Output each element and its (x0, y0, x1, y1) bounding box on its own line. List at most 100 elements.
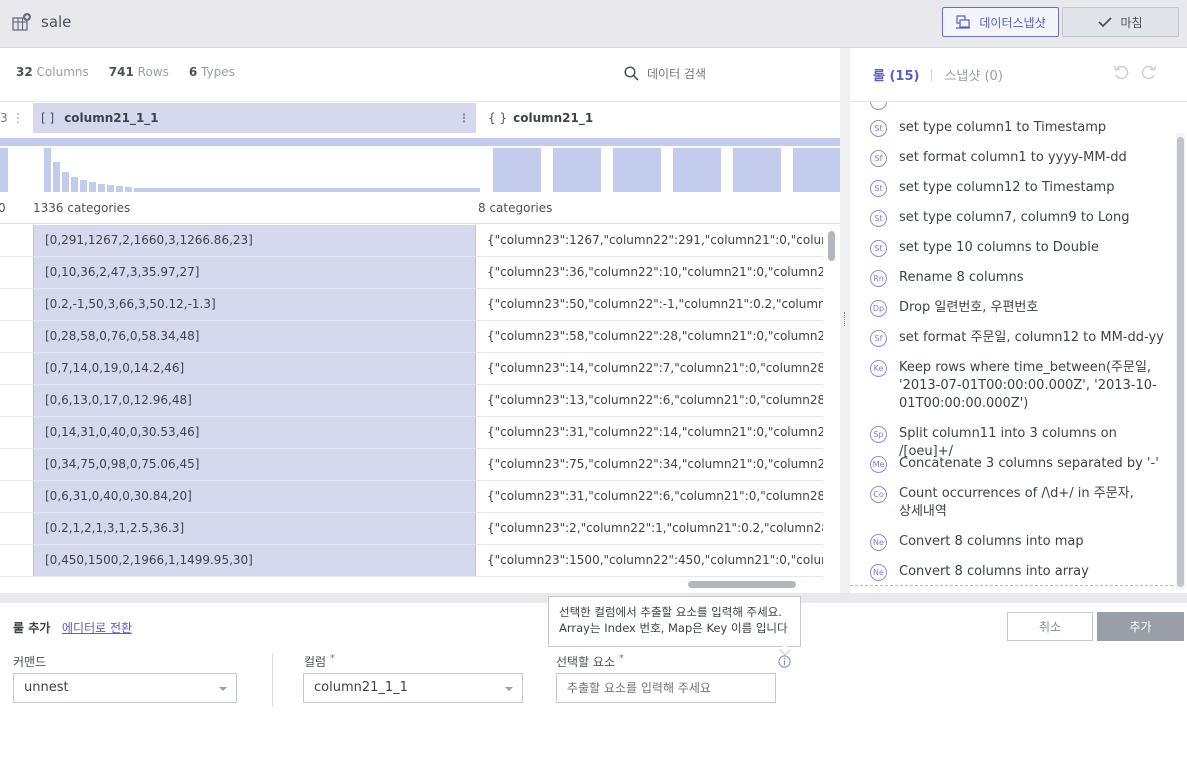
rule-item[interactable]: Ne Convert 8 columns into array (870, 563, 1170, 581)
rule-list-scrollbar[interactable] (1176, 133, 1185, 590)
cell[interactable]: {"column23":58,"column22":28,"column21":… (477, 321, 823, 352)
tab-rules[interactable]: 룰 (15) (873, 65, 919, 84)
drop-zone-divider (850, 585, 1173, 586)
rule-item[interactable] (870, 102, 1170, 110)
table-row[interactable]: [0,14,31,0,40,0,30.53,46] {"column23":31,… (0, 417, 823, 449)
tooltip-line: 선택한 컬럼에서 추출할 요소를 입력해 주세요. (559, 605, 782, 619)
column-histograms[interactable] (0, 146, 840, 192)
data-snapshot-button[interactable]: 데이터스냅샷 (942, 7, 1059, 37)
table-row[interactable]: [0,291,1267,2,1660,3,1266.86,23] {"column… (0, 225, 823, 257)
rule-item[interactable]: Dp Drop 일련번호, 우편번호 (870, 299, 1170, 317)
element-label: 선택할 요소 * (556, 653, 624, 669)
dataset-summary: 32 Columns 741 Rows 6 Types (16, 65, 235, 79)
rule-item[interactable]: Me Concatenate 3 columns separated by '-… (870, 455, 1170, 473)
snapshot-icon (956, 15, 971, 29)
table-row[interactable]: [0,6,13,0,17,0,12.96,48] {"column23":13,"… (0, 385, 823, 417)
rule-text: Concatenate 3 columns separated by '-' (899, 456, 1159, 471)
cell[interactable]: [0,34,75,0,98,0,75.06,45] (33, 449, 476, 480)
table-row[interactable]: [0,34,75,0,98,0,75.06,45] {"column23":75,… (0, 449, 823, 481)
command-select[interactable]: unnest (13, 673, 237, 703)
cell[interactable]: [0.2,-1,50,3,66,3,50.12,-1.3] (33, 289, 476, 320)
rule-item[interactable]: Sf set format column1 to yyyy-MM-dd (870, 149, 1170, 167)
data-grid-area: 32 Columns 741 Rows 6 Types 3 ⋮ [ ] colu… (0, 48, 840, 593)
cell[interactable]: [0,7,14,0,19,0,14.2,46] (33, 353, 476, 384)
rule-panel: 룰 (15) 스냅샷 (0) St set type column1 to Ti… (850, 48, 1187, 593)
info-icon[interactable] (778, 655, 791, 668)
columns-summary: 32 Columns (16, 65, 89, 79)
cell[interactable]: [0,6,31,0,40,0,30.84,20] (33, 481, 476, 512)
table-row[interactable]: [0,6,31,0,40,0,30.84,20] {"column23":31,"… (0, 481, 823, 513)
rule-text: set type column12 to Timestamp (899, 180, 1115, 195)
rule-item[interactable]: Ne Convert 8 columns into map (870, 533, 1170, 551)
divider (931, 68, 933, 81)
cell[interactable]: [0,14,31,0,40,0,30.53,46] (33, 417, 476, 448)
undo-redo-controls (1112, 63, 1158, 81)
rule-type-badge: Me (870, 456, 887, 473)
done-button[interactable]: 마침 (1062, 7, 1179, 37)
rule-panel-tabs: 룰 (15) 스냅샷 (0) (873, 65, 1003, 84)
dataset-grid-icon (12, 13, 31, 31)
tooltip-line: Array는 Index 번호, Map은 Key 이름 입니다 (559, 621, 788, 635)
cell[interactable]: [0,10,36,2,47,3,35.97,27] (33, 257, 476, 288)
cell[interactable]: {"column23":50,"column22":-1,"column21":… (477, 289, 823, 320)
cell[interactable]: {"column23":13,"column22":6,"column21":0… (477, 385, 823, 416)
categories-label: 8 categories (478, 201, 553, 215)
categories-label: 0 (0, 201, 6, 215)
rule-text: set type 10 columns to Double (899, 240, 1099, 255)
switch-to-editor-link[interactable]: 에디터로 전환 (62, 619, 132, 636)
map-type-icon: { } (488, 111, 508, 125)
cell[interactable]: [0,6,13,0,17,0,12.96,48] (33, 385, 476, 416)
grid-rows: [0,291,1267,2,1660,3,1266.86,23] {"column… (0, 225, 823, 577)
column-name: column21_1 (513, 111, 594, 125)
table-row[interactable]: [0,450,1500,2,1966,1,1499.95,30] {"column… (0, 545, 823, 577)
column-menu-icon[interactable]: ⋮ (458, 111, 470, 125)
cell[interactable]: {"column23":31,"column22":6,"column21":0… (477, 481, 823, 512)
table-row[interactable]: [0.2,-1,50,3,66,3,50.12,-1.3] {"column23"… (0, 289, 823, 321)
cell[interactable]: [0,450,1500,2,1966,1,1499.95,30] (33, 545, 476, 576)
data-search[interactable] (624, 66, 827, 81)
cell[interactable]: [0.2,1,2,1,3,1,2.5,36.3] (33, 513, 476, 544)
rule-item[interactable]: Co Count occurrences of /\d+/ in 주문자, 상세… (870, 485, 1170, 521)
add-button[interactable]: 추가 (1097, 612, 1184, 641)
rule-text: Convert 8 columns into map (899, 534, 1084, 549)
table-row[interactable]: [0.2,1,2,1,3,1,2.5,36.3] {"column23":2,"c… (0, 513, 823, 545)
grid-vertical-scrollbar[interactable] (825, 225, 837, 577)
cell[interactable]: [0,28,58,0,76,0,58.34,48] (33, 321, 476, 352)
table-row[interactable]: [0,10,36,2,47,3,35.97,27] {"column23":36,… (0, 257, 823, 289)
grid-horizontal-scrollbar[interactable] (0, 578, 823, 590)
rule-item[interactable]: Sf set format 주문일, column12 to MM-dd-yy (870, 329, 1170, 347)
cell[interactable]: {"column23":2,"column22":1,"column21":0.… (477, 513, 823, 544)
array-type-icon: [ ] (41, 111, 55, 125)
rule-item[interactable]: Ke Keep rows where time_between(주문일, '20… (870, 359, 1170, 413)
rule-item[interactable]: Rn Rename 8 columns (870, 269, 1170, 287)
table-row[interactable]: [0,28,58,0,76,0,58.34,48] {"column23":58,… (0, 321, 823, 353)
column-select[interactable]: column21_1_1 (303, 673, 523, 703)
chevron-down-icon (219, 687, 227, 691)
cell[interactable]: {"column23":1267,"column22":291,"column2… (477, 225, 823, 256)
redo-icon[interactable] (1140, 63, 1158, 81)
column-menu-icon[interactable]: ⋮ (12, 111, 24, 125)
data-search-input[interactable] (647, 66, 827, 81)
tab-snapshots[interactable]: 스냅샷 (0) (944, 65, 1002, 84)
panel-resize-handle[interactable] (840, 48, 850, 593)
table-row[interactable]: [0,7,14,0,19,0,14.2,46] {"column23":14,"c… (0, 353, 823, 385)
column-header-selected[interactable]: [ ] column21_1_1 ⋮ (33, 103, 476, 133)
cell[interactable]: {"column23":14,"column22":7,"column21":0… (477, 353, 823, 384)
rule-item[interactable]: St set type column7, column9 to Long (870, 209, 1170, 227)
cell[interactable]: {"column23":1500,"column22":450,"column2… (477, 545, 823, 576)
undo-icon[interactable] (1112, 63, 1130, 81)
rule-type-badge: St (870, 120, 887, 137)
cell[interactable]: {"column23":36,"column22":10,"column21":… (477, 257, 823, 288)
column-label: 컬럼 * (304, 653, 335, 669)
cell[interactable]: {"column23":31,"column22":14,"column21":… (477, 417, 823, 448)
rule-item[interactable]: St set type 10 columns to Double (870, 239, 1170, 257)
rule-item[interactable]: St set type column12 to Timestamp (870, 179, 1170, 197)
rule-item[interactable]: St set type column1 to Timestamp (870, 119, 1170, 137)
cancel-button[interactable]: 취소 (1007, 612, 1093, 641)
rule-type-badge: Sf (870, 330, 887, 347)
cell[interactable]: {"column23":75,"column22":34,"column21":… (477, 449, 823, 480)
element-input[interactable] (556, 673, 776, 703)
column-header[interactable]: { } column21_1 (480, 103, 840, 133)
column-header-partial[interactable]: 3 ⋮ (0, 103, 32, 133)
cell[interactable]: [0,291,1267,2,1660,3,1266.86,23] (33, 225, 476, 256)
